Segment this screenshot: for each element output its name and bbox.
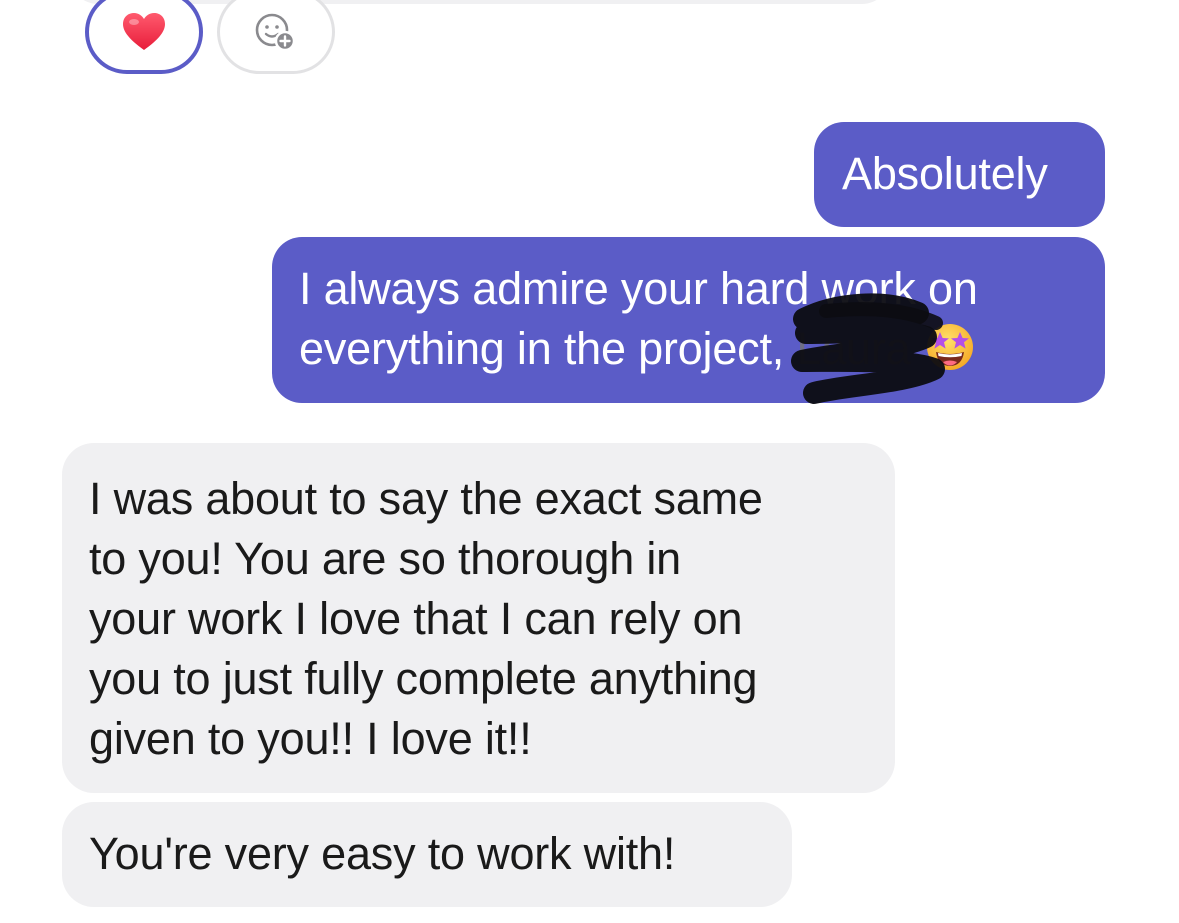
heart-reaction-button[interactable]: [85, 0, 203, 74]
previous-message-bubble-edge: [70, 0, 890, 4]
incoming-message-bubble[interactable]: You're very easy to work with!: [62, 802, 792, 907]
outgoing-message-bubble[interactable]: Absolutely: [814, 122, 1105, 227]
message-text: Absolutely: [842, 148, 1048, 199]
star-struck-emoji-icon: [926, 324, 973, 370]
add-emoji-icon: [255, 13, 296, 52]
outgoing-message-bubble[interactable]: I always admire your hard work on everyt…: [272, 237, 1105, 404]
message-text-line: I was about to say the exact same: [89, 473, 763, 524]
redacted-name: Laura: [796, 323, 911, 374]
incoming-message-bubble[interactable]: I was about to say the exact same to you…: [62, 443, 895, 793]
message-text-line: your work I love that I can rely on: [89, 593, 743, 644]
message-text: You're very easy to work with!: [89, 828, 676, 879]
message-text-line: I always admire your hard work on: [299, 263, 978, 314]
message-text-line: you to just fully complete anything: [89, 653, 758, 704]
message-text-line: to you! You are so thorough in: [89, 533, 681, 584]
message-text-line: given to you!! I love it!!: [89, 713, 532, 764]
heart-icon: [123, 13, 165, 50]
add-reaction-button[interactable]: [217, 0, 335, 74]
message-text-line: everything in the project,: [299, 323, 785, 374]
redacted-name-area: Laura: [791, 293, 946, 404]
